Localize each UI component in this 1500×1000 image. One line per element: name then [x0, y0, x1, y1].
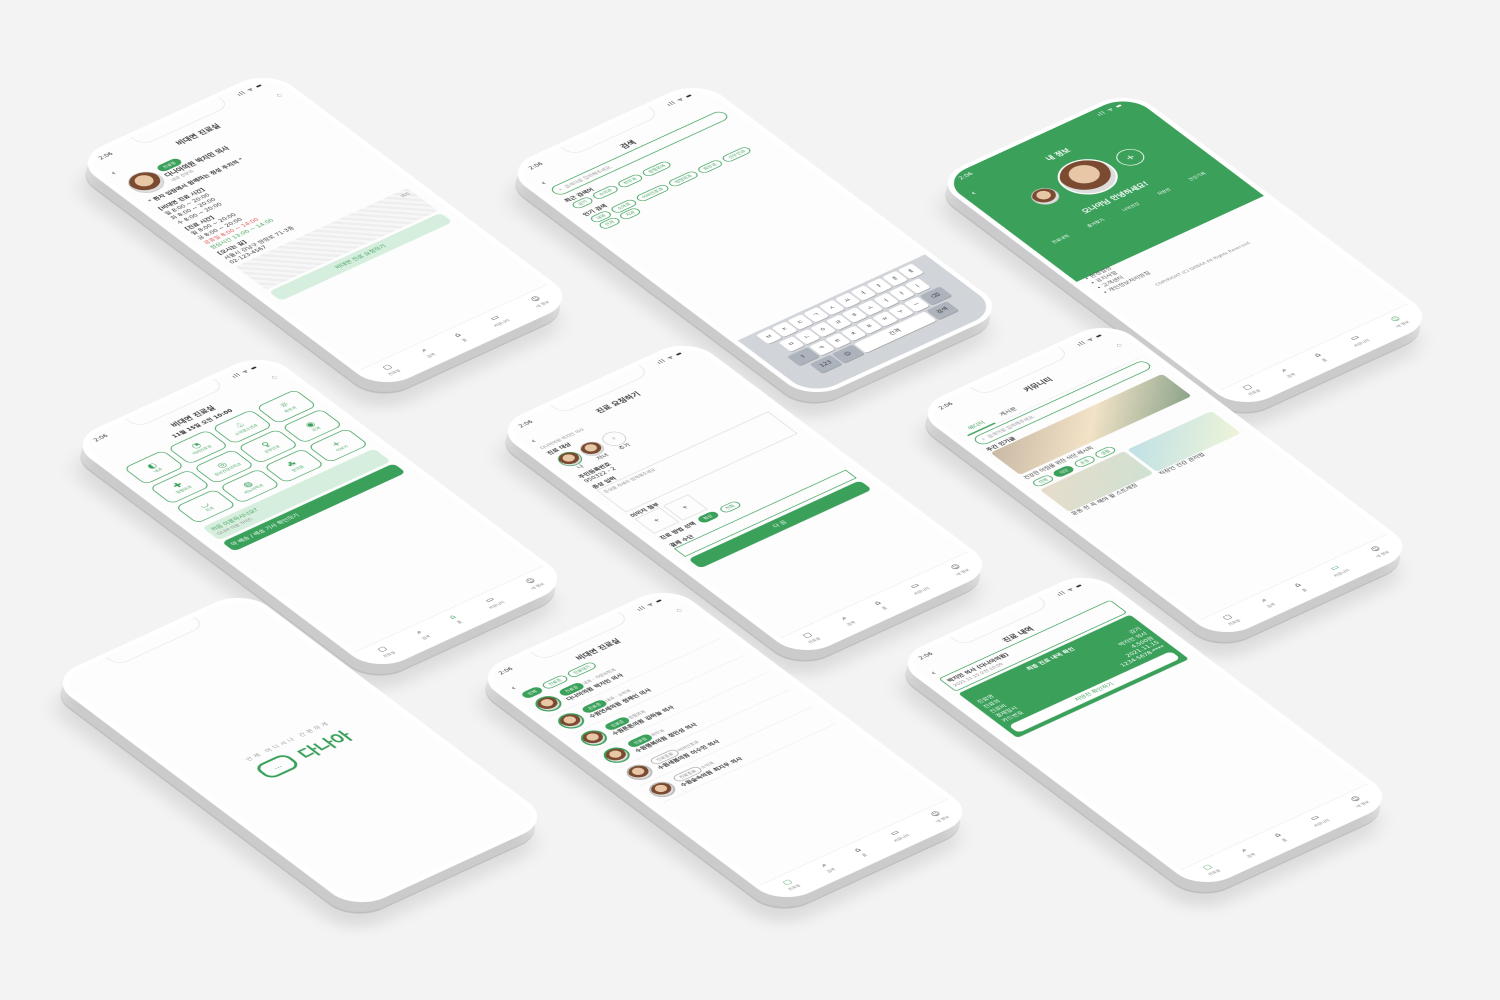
phone-community: 2:06 ıll ᯤ ▬ 커뮤니티 ♢ 에디터 게시판 ⌕ 검색어를 입력해주세요. …	[912, 318, 1418, 642]
privacy-link[interactable]: • 개인정보처리방침	[1101, 212, 1279, 296]
page-title: 내 정보	[1044, 147, 1073, 163]
phone-home: 2:06 ıll ᯤ ▬ 비대면 진료실 ♢ 11월 15일 오전 10:00 ◐ 내…	[67, 350, 573, 674]
tab-clinic[interactable]: ▢ 진료실	[1219, 612, 1242, 626]
support-link[interactable]: • 고객센터	[1095, 207, 1273, 291]
menu-prescription[interactable]: 처방전	[1156, 187, 1173, 196]
tab-home[interactable]: ⌂ 홈	[447, 614, 463, 625]
bell-icon[interactable]: ♢	[1114, 342, 1127, 350]
tab-search[interactable]: ⌕ 검색	[837, 614, 856, 626]
tab-search[interactable]: ⌕ 검색	[1257, 596, 1276, 608]
bell-icon[interactable]: ♢	[269, 374, 282, 382]
tab-search[interactable]: ⌕ 검색	[417, 346, 436, 358]
back-icon[interactable]: ‹	[928, 670, 938, 677]
doctor-list: 진료중내과 · 가정의학과 다나아의원박지민 의사 진료중내과 · 소아과 수원연세의…	[527, 621, 836, 803]
tab-profile[interactable]: ☺ 내 정보	[527, 294, 550, 308]
map-label: 위치	[399, 192, 412, 199]
tab-clinic[interactable]: ▢ 진료실	[799, 630, 822, 644]
menu-history[interactable]: 진료내역	[1050, 234, 1071, 245]
tab-community[interactable]: ▭ 커뮤니티	[905, 580, 930, 596]
tab-search[interactable]: ⌕ 검색	[1237, 846, 1256, 858]
tab-profile[interactable]: ☺ 내 정보	[947, 562, 970, 576]
search-icon: ⌕	[979, 436, 987, 442]
settings-link[interactable]: • 환경설정	[1082, 198, 1260, 282]
tab-label: 홈	[460, 337, 469, 343]
search-icon: ⌕	[556, 186, 564, 192]
mockup-stage: 2:06 ıll ᯤ ▬ ‹ 비대면 진료실 ♢ 진료중 다나아의원 박지민 의사 내…	[0, 0, 1500, 1000]
bell-icon[interactable]: ♢	[674, 607, 687, 615]
phone-clinic-detail: 2:06 ıll ᯤ ▬ ‹ 비대면 진료실 ♢ 진료중 다나아의원 박지민 의사 내…	[72, 68, 578, 392]
tab-profile[interactable]: ☺ 내 정보	[1347, 794, 1370, 808]
tab-home[interactable]: ⌂ 홈	[872, 600, 888, 611]
menu-records[interactable]: 건강기록	[1187, 171, 1208, 182]
tab-label: 홈	[860, 852, 869, 858]
tab-clinic[interactable]: ▢ 진료실	[379, 362, 402, 376]
tab-community[interactable]: ▭ 커뮤니티	[485, 312, 510, 328]
menu-favorites[interactable]: 즐겨찾기	[1085, 218, 1107, 228]
tab-home[interactable]: ⌂ 홈	[452, 332, 468, 343]
tab-label: 홈	[1320, 357, 1329, 363]
tab-home[interactable]: ⌂ 홈	[1292, 582, 1308, 593]
menu-health[interactable]: 나의건강	[1121, 201, 1142, 212]
tab-profile[interactable]: ☺ 내 정보	[522, 576, 545, 590]
tab-community[interactable]: ▭ 커뮤니티	[480, 594, 505, 610]
tab-label: 홈	[1300, 587, 1309, 593]
tab-clinic[interactable]: ▢ 진료실	[1199, 862, 1222, 876]
tab-community[interactable]: ▭ 커뮤니티	[1305, 812, 1330, 828]
add-profile-icon[interactable]: +	[1110, 145, 1150, 169]
tab-label: 홈	[455, 619, 464, 625]
tab-search[interactable]: ⌕ 검색	[412, 628, 431, 640]
page-title: 검색	[618, 139, 639, 151]
back-icon[interactable]: ‹	[528, 438, 538, 445]
tab-profile[interactable]: ☺ 내 정보	[927, 809, 950, 823]
tab-profile[interactable]: ☺ 내 정보	[1387, 314, 1410, 328]
phone-history: 2:06 ıll ᯤ ▬ ‹ 진료 내역 박지민 의사 (다나아의원) 2021.1…	[892, 568, 1398, 892]
phone-request: 2:06 ıll ᯤ ▬ ‹ 진료 요청하기 다나아의원 박지민 의사 진료 대상 …	[492, 336, 998, 660]
back-icon[interactable]: ‹	[108, 170, 118, 177]
back-icon[interactable]: ‹	[538, 180, 548, 187]
bell-icon[interactable]: ♢	[274, 92, 287, 100]
tab-home[interactable]: ⌂ 홈	[1272, 832, 1288, 843]
back-icon[interactable]: ‹	[968, 190, 978, 197]
tab-label: 홈	[880, 605, 889, 611]
tab-search[interactable]: ⌕ 검색	[1277, 366, 1296, 378]
tab-search[interactable]: ⌕ 검색	[817, 861, 836, 873]
phone-splash: 언제 어디서나 간편하게 ... 다나아	[47, 588, 553, 912]
doctor-avatar	[644, 778, 681, 801]
tab-community[interactable]: ▭ 커뮤니티	[885, 827, 910, 843]
tab-clinic[interactable]: ▢ 진료실	[374, 644, 397, 658]
tab-community[interactable]: ▭ 커뮤니티	[1345, 332, 1370, 348]
back-icon[interactable]: ‹	[508, 685, 518, 692]
phone-profile: 2:06 ıll ᯤ ▬ ‹ 내 정보 + 오나야님 안녕하세요! 진료내역 즐겨찾…	[932, 88, 1438, 412]
phone-search: 2:06 ıll ᯤ ▬ ‹ 검색 ⌕ 검색어를 입력해주세요. 최근 검색어 감기 …	[502, 78, 1008, 402]
tab-home[interactable]: ⌂ 홈	[852, 847, 868, 858]
phone-doctor-list: 2:06 ıll ᯤ ▬ ‹ 비대면 진료실 ♢ 전체 진료중 진료대기 진료중내과 …	[472, 583, 978, 907]
tab-label: 홈	[1280, 837, 1289, 843]
tab-community[interactable]: ▭ 커뮤니티	[1325, 562, 1350, 578]
tab-home[interactable]: ⌂ 홈	[1312, 352, 1328, 363]
tab-clinic[interactable]: ▢ 진료실	[1239, 382, 1262, 396]
tab-profile[interactable]: ☺ 내 정보	[1367, 544, 1390, 558]
child-avatar[interactable]	[1025, 184, 1065, 208]
tab-clinic[interactable]: ▢ 진료실	[779, 877, 802, 891]
splash-logo: 언제 어디서나 간편하게 ... 다나아	[56, 594, 544, 906]
